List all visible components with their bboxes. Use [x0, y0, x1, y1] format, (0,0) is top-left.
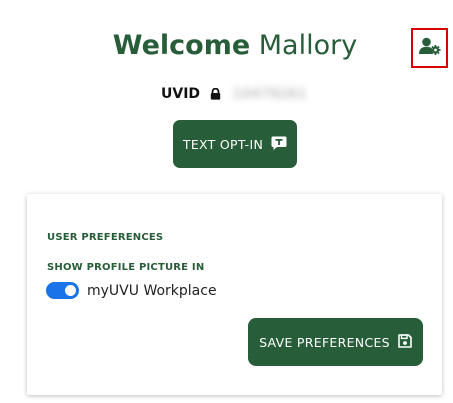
- workplace-toggle-label[interactable]: myUVU Workplace: [87, 283, 217, 299]
- save-preferences-label: SAVE PREFERENCES: [259, 334, 390, 350]
- user-preferences-title: USER PREFERENCES: [47, 232, 164, 243]
- lock-icon: [210, 88, 221, 100]
- user-name: Mallory: [258, 30, 358, 61]
- workplace-toggle[interactable]: [46, 282, 79, 299]
- text-opt-in-button[interactable]: TEXT OPT-IN: [173, 120, 297, 168]
- save-preferences-button[interactable]: SAVE PREFERENCES: [248, 318, 423, 366]
- floppy-disk-icon: [398, 333, 412, 351]
- uvid-value: 10479261: [233, 86, 308, 102]
- message-t-icon: [271, 135, 287, 154]
- uvid-label: UVID: [161, 86, 201, 102]
- profile-picture-label: SHOW PROFILE PICTURE IN: [47, 262, 205, 273]
- text-opt-in-label: TEXT OPT-IN: [182, 136, 264, 152]
- welcome-heading: Welcome Mallory: [0, 30, 453, 61]
- uvid-row: UVID 10479261: [161, 84, 307, 104]
- toggle-knob: [65, 285, 76, 296]
- welcome-greeting: Welcome: [112, 30, 251, 61]
- user-preferences-card: USER PREFERENCES SHOW PROFILE PICTURE IN…: [27, 194, 442, 395]
- workplace-toggle-row: myUVU Workplace: [46, 282, 217, 299]
